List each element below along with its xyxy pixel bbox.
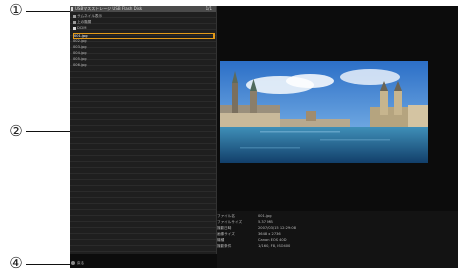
- list-item-folder[interactable]: DCIM: [73, 26, 213, 31]
- path-text: USBマスストレージ USB Flash Disk: [75, 6, 143, 11]
- callout-4: ④: [9, 254, 23, 272]
- back-key-label: 戻る: [77, 261, 85, 265]
- list-item-file[interactable]: 002.jpg: [73, 39, 213, 44]
- up-folder-icon: [73, 20, 76, 24]
- list-item-label: サムネイル表示: [77, 14, 103, 18]
- thumbnail-icon: [73, 14, 76, 18]
- selection-end-marker-icon: [213, 34, 214, 38]
- list-item-label: 004.jpg: [73, 51, 87, 55]
- photo-preview: [220, 61, 428, 163]
- operation-guide-bar: 戻る: [70, 258, 230, 268]
- photo-preview-image: [220, 61, 428, 163]
- list-item-file[interactable]: 003.jpg: [73, 45, 213, 50]
- list-item-label: DCIM: [77, 26, 87, 30]
- folder-icon: [73, 26, 76, 30]
- callout-4-leader: [26, 264, 74, 265]
- list-item-parent-folder[interactable]: 上の階層: [73, 20, 213, 25]
- path-bar: USBマスストレージ USB Flash Disk 1/1: [70, 6, 216, 12]
- back-key-icon: [71, 261, 75, 265]
- list-item-label: 001.jpg: [74, 34, 88, 38]
- list-item-label: 上の階層: [77, 20, 92, 24]
- info-key: 撮影条件: [217, 244, 232, 248]
- callout-1-leader: [26, 11, 75, 12]
- list-item-file[interactable]: 006.jpg: [73, 63, 213, 68]
- file-list-panel[interactable]: USBマスストレージ USB Flash Disk 1/1 サムネイル表示 上の…: [70, 6, 217, 254]
- list-item-label: 002.jpg: [73, 39, 87, 43]
- media-player-screen: USBマスストレージ USB Flash Disk 1/1 サムネイル表示 上の…: [70, 6, 458, 268]
- file-info-panel: ファイル名 001.jpg ファイルサイズ 5.37 MB 撮影日時 2007/…: [217, 211, 458, 268]
- list-item-thumbnail-view[interactable]: サムネイル表示: [73, 14, 213, 19]
- path-marker-icon: [71, 7, 73, 11]
- list-item-label: 005.jpg: [73, 57, 87, 61]
- page-counter: 1/1: [205, 6, 212, 11]
- list-item-file[interactable]: 005.jpg: [73, 57, 213, 62]
- callout-2: ②: [9, 122, 23, 140]
- list-item-label: 003.jpg: [73, 45, 87, 49]
- list-item-label: 006.jpg: [73, 63, 87, 67]
- info-value: 1/160, F8, ISO400: [258, 244, 291, 248]
- callout-1: ①: [9, 1, 23, 19]
- list-item-file[interactable]: 004.jpg: [73, 51, 213, 56]
